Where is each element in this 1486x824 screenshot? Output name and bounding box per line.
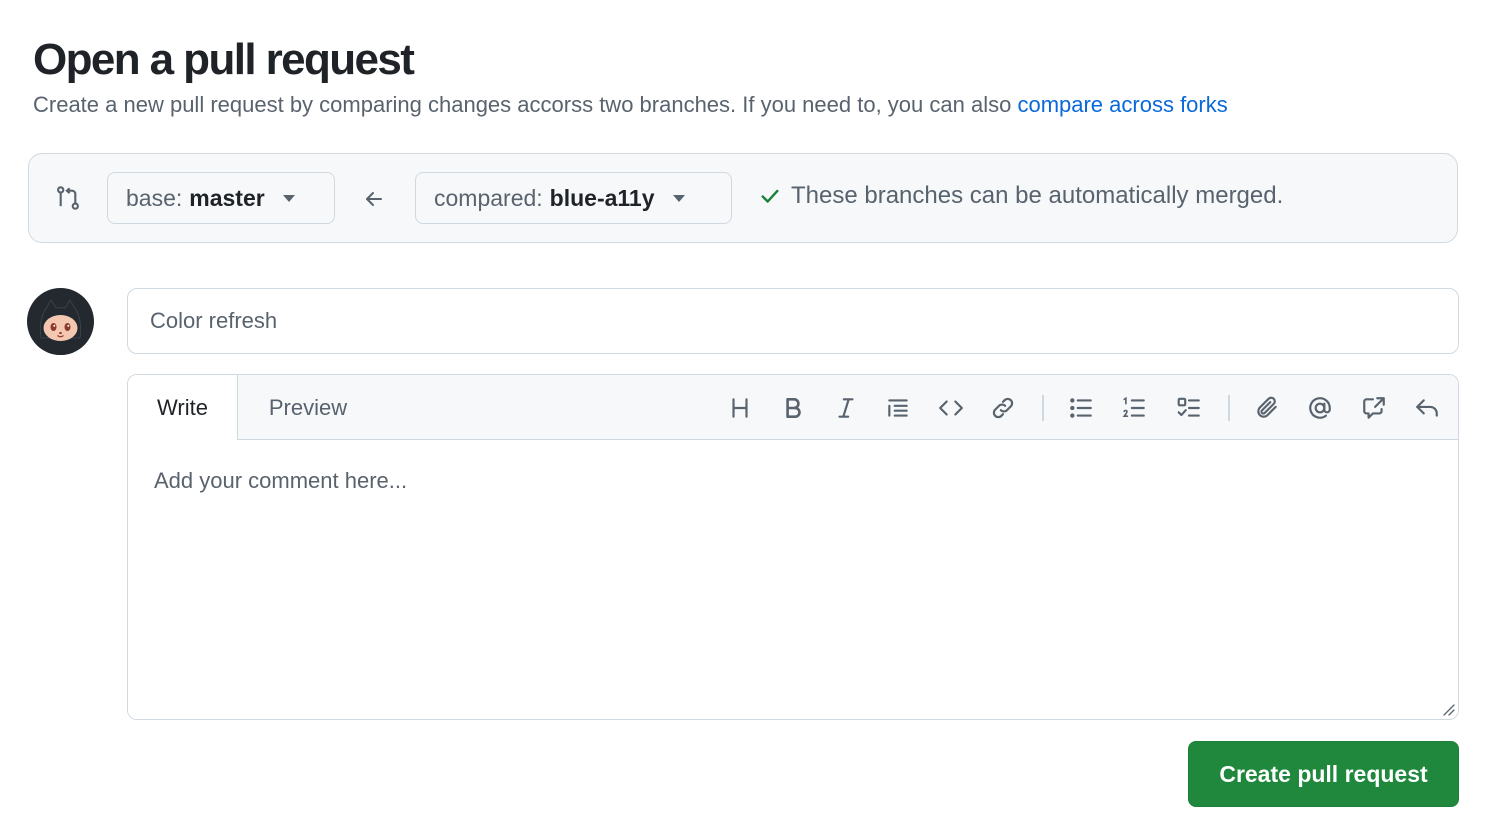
italic-icon[interactable]: [831, 393, 861, 423]
heading-icon[interactable]: [725, 393, 755, 423]
avatar: [27, 288, 94, 355]
merge-status: These branches can be automatically merg…: [759, 182, 1283, 210]
compared-branch-name: blue-a11y: [549, 184, 655, 211]
compare-across-forks-link[interactable]: compare across forks: [1017, 92, 1227, 117]
triangle-down-icon: [282, 194, 295, 202]
page-title: Open a pull request: [33, 35, 415, 84]
pull-request-title-input[interactable]: [127, 288, 1459, 354]
bold-icon[interactable]: [778, 393, 808, 423]
paperclip-icon[interactable]: [1252, 393, 1282, 423]
git-compare-icon: [57, 186, 79, 210]
code-icon[interactable]: [936, 393, 966, 423]
mention-icon[interactable]: [1305, 393, 1335, 423]
resize-handle-icon[interactable]: [1439, 700, 1455, 716]
tasklist-icon[interactable]: [1174, 393, 1204, 423]
triangle-down-icon: [672, 194, 685, 202]
branch-compare-bar: base: master compared: blue-a11y These b…: [28, 153, 1458, 243]
create-pull-request-button[interactable]: Create pull request: [1188, 741, 1459, 807]
comment-textarea[interactable]: [128, 440, 1458, 719]
ordered-list-icon[interactable]: [1119, 393, 1149, 423]
editor-header: Write Preview: [128, 375, 1458, 441]
octocat-avatar-icon: [27, 288, 94, 355]
base-branch-name: master: [189, 184, 265, 211]
base-branch-select[interactable]: base: master: [107, 172, 335, 224]
page: Open a pull request Create a new pull re…: [0, 0, 1486, 824]
toolbar-divider: [1228, 395, 1230, 421]
comment-editor: Write Preview: [127, 374, 1459, 720]
merge-status-text: These branches can be automatically merg…: [791, 182, 1284, 209]
base-branch-prefix: base:: [126, 184, 183, 211]
page-subtitle: Create a new pull request by comparing c…: [33, 90, 1228, 120]
reply-icon[interactable]: [1412, 393, 1442, 423]
check-icon: [761, 189, 779, 203]
tab-preview[interactable]: Preview: [238, 375, 378, 440]
compared-branch-prefix: compared:: [434, 184, 543, 211]
cross-reference-icon[interactable]: [1359, 393, 1389, 423]
tab-write[interactable]: Write: [128, 375, 238, 441]
unordered-list-icon[interactable]: [1066, 393, 1096, 423]
toolbar-divider: [1042, 395, 1044, 421]
arrow-left-icon: [366, 192, 382, 206]
subtitle-text: Create a new pull request by comparing c…: [33, 92, 1018, 117]
quote-icon[interactable]: [883, 393, 913, 423]
link-icon[interactable]: [988, 393, 1018, 423]
compared-branch-select[interactable]: compared: blue-a11y: [415, 172, 732, 224]
